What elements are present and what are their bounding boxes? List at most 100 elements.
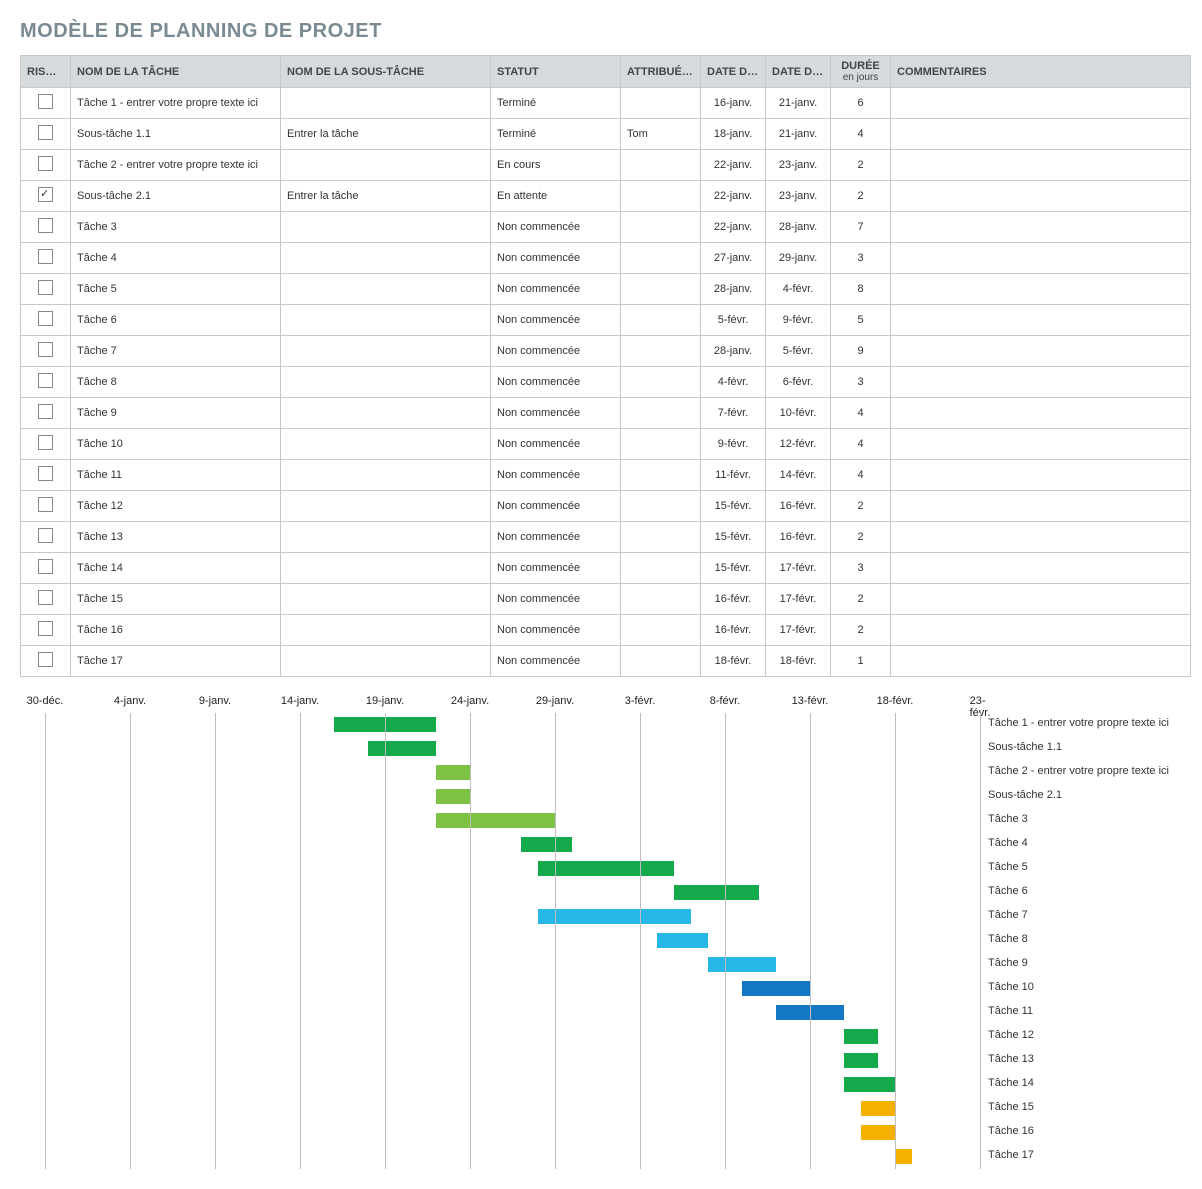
gantt-bar[interactable] bbox=[844, 1053, 878, 1068]
comments-cell[interactable] bbox=[891, 274, 1191, 305]
start-cell[interactable]: 27-janv. bbox=[701, 243, 766, 274]
status-cell[interactable]: Terminé bbox=[491, 88, 621, 119]
end-cell[interactable]: 28-janv. bbox=[766, 212, 831, 243]
comments-cell[interactable] bbox=[891, 429, 1191, 460]
gantt-bar[interactable] bbox=[861, 1125, 895, 1140]
duration-cell[interactable]: 4 bbox=[831, 119, 891, 150]
risk-cell[interactable] bbox=[21, 243, 71, 274]
subtask-cell[interactable] bbox=[281, 584, 491, 615]
start-cell[interactable]: 28-janv. bbox=[701, 274, 766, 305]
status-cell[interactable]: Terminé bbox=[491, 119, 621, 150]
status-cell[interactable]: Non commencée bbox=[491, 615, 621, 646]
duration-cell[interactable]: 5 bbox=[831, 305, 891, 336]
comments-cell[interactable] bbox=[891, 181, 1191, 212]
status-cell[interactable]: Non commencée bbox=[491, 274, 621, 305]
gantt-bar[interactable] bbox=[674, 885, 759, 900]
subtask-cell[interactable] bbox=[281, 336, 491, 367]
comments-cell[interactable] bbox=[891, 150, 1191, 181]
subtask-cell[interactable] bbox=[281, 615, 491, 646]
risk-cell[interactable] bbox=[21, 274, 71, 305]
duration-cell[interactable]: 9 bbox=[831, 336, 891, 367]
assigned-cell[interactable] bbox=[621, 398, 701, 429]
assigned-cell[interactable] bbox=[621, 460, 701, 491]
risk-cell[interactable] bbox=[21, 429, 71, 460]
risk-checkbox[interactable] bbox=[38, 187, 53, 202]
duration-cell[interactable]: 2 bbox=[831, 150, 891, 181]
risk-checkbox[interactable] bbox=[38, 435, 53, 450]
status-cell[interactable]: En cours bbox=[491, 150, 621, 181]
end-cell[interactable]: 12-févr. bbox=[766, 429, 831, 460]
assigned-cell[interactable] bbox=[621, 243, 701, 274]
duration-cell[interactable]: 2 bbox=[831, 491, 891, 522]
status-cell[interactable]: Non commencée bbox=[491, 336, 621, 367]
task-cell[interactable]: Tâche 2 - entrer votre propre texte ici bbox=[71, 150, 281, 181]
risk-checkbox[interactable] bbox=[38, 156, 53, 171]
start-cell[interactable]: 9-févr. bbox=[701, 429, 766, 460]
end-cell[interactable]: 17-févr. bbox=[766, 553, 831, 584]
status-cell[interactable]: Non commencée bbox=[491, 522, 621, 553]
task-cell[interactable]: Tâche 1 - entrer votre propre texte ici bbox=[71, 88, 281, 119]
subtask-cell[interactable]: Entrer la tâche bbox=[281, 119, 491, 150]
task-cell[interactable]: Tâche 15 bbox=[71, 584, 281, 615]
duration-cell[interactable]: 4 bbox=[831, 398, 891, 429]
risk-checkbox[interactable] bbox=[38, 218, 53, 233]
start-cell[interactable]: 16-janv. bbox=[701, 88, 766, 119]
task-cell[interactable]: Tâche 8 bbox=[71, 367, 281, 398]
assigned-cell[interactable]: Tom bbox=[621, 119, 701, 150]
duration-cell[interactable]: 7 bbox=[831, 212, 891, 243]
assigned-cell[interactable] bbox=[621, 305, 701, 336]
end-cell[interactable]: 9-févr. bbox=[766, 305, 831, 336]
status-cell[interactable]: Non commencée bbox=[491, 367, 621, 398]
risk-cell[interactable] bbox=[21, 367, 71, 398]
start-cell[interactable]: 18-janv. bbox=[701, 119, 766, 150]
comments-cell[interactable] bbox=[891, 646, 1191, 677]
gantt-bar[interactable] bbox=[436, 765, 470, 780]
task-cell[interactable]: Tâche 13 bbox=[71, 522, 281, 553]
subtask-cell[interactable] bbox=[281, 150, 491, 181]
end-cell[interactable]: 5-févr. bbox=[766, 336, 831, 367]
end-cell[interactable]: 17-févr. bbox=[766, 584, 831, 615]
risk-checkbox[interactable] bbox=[38, 466, 53, 481]
end-cell[interactable]: 10-févr. bbox=[766, 398, 831, 429]
gantt-bar[interactable] bbox=[657, 933, 708, 948]
gantt-bar[interactable] bbox=[436, 789, 470, 804]
end-cell[interactable]: 29-janv. bbox=[766, 243, 831, 274]
status-cell[interactable]: Non commencée bbox=[491, 212, 621, 243]
subtask-cell[interactable] bbox=[281, 429, 491, 460]
start-cell[interactable]: 22-janv. bbox=[701, 181, 766, 212]
risk-checkbox[interactable] bbox=[38, 404, 53, 419]
status-cell[interactable]: Non commencée bbox=[491, 429, 621, 460]
duration-cell[interactable]: 3 bbox=[831, 367, 891, 398]
assigned-cell[interactable] bbox=[621, 150, 701, 181]
start-cell[interactable]: 22-janv. bbox=[701, 212, 766, 243]
risk-checkbox[interactable] bbox=[38, 249, 53, 264]
assigned-cell[interactable] bbox=[621, 584, 701, 615]
risk-cell[interactable] bbox=[21, 119, 71, 150]
comments-cell[interactable] bbox=[891, 88, 1191, 119]
task-cell[interactable]: Tâche 3 bbox=[71, 212, 281, 243]
status-cell[interactable]: Non commencée bbox=[491, 584, 621, 615]
risk-checkbox[interactable] bbox=[38, 311, 53, 326]
comments-cell[interactable] bbox=[891, 522, 1191, 553]
start-cell[interactable]: 15-févr. bbox=[701, 522, 766, 553]
subtask-cell[interactable] bbox=[281, 305, 491, 336]
gantt-bar[interactable] bbox=[436, 813, 555, 828]
gantt-bar[interactable] bbox=[538, 909, 691, 924]
subtask-cell[interactable] bbox=[281, 243, 491, 274]
assigned-cell[interactable] bbox=[621, 553, 701, 584]
risk-cell[interactable] bbox=[21, 336, 71, 367]
status-cell[interactable]: Non commencée bbox=[491, 460, 621, 491]
start-cell[interactable]: 16-févr. bbox=[701, 584, 766, 615]
task-cell[interactable]: Tâche 14 bbox=[71, 553, 281, 584]
gantt-bar[interactable] bbox=[895, 1149, 912, 1164]
duration-cell[interactable]: 3 bbox=[831, 553, 891, 584]
assigned-cell[interactable] bbox=[621, 88, 701, 119]
risk-cell[interactable] bbox=[21, 584, 71, 615]
comments-cell[interactable] bbox=[891, 305, 1191, 336]
start-cell[interactable]: 7-févr. bbox=[701, 398, 766, 429]
assigned-cell[interactable] bbox=[621, 274, 701, 305]
end-cell[interactable]: 16-févr. bbox=[766, 522, 831, 553]
start-cell[interactable]: 15-févr. bbox=[701, 553, 766, 584]
gantt-bar[interactable] bbox=[844, 1029, 878, 1044]
start-cell[interactable]: 16-févr. bbox=[701, 615, 766, 646]
